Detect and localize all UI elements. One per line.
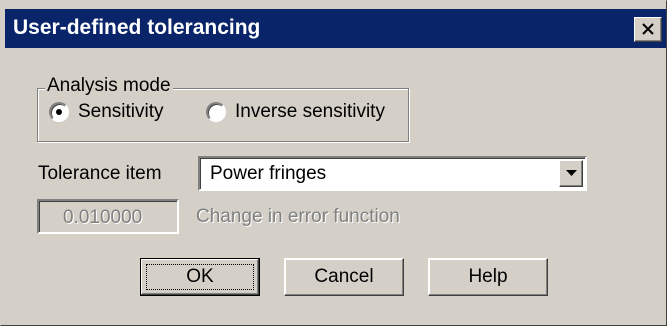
radio-button-icon [49, 102, 69, 122]
cancel-button[interactable]: Cancel [284, 258, 404, 296]
dropdown-button[interactable] [559, 160, 583, 187]
error-function-input[interactable]: 0.010000 [37, 199, 179, 234]
radio-sensitivity[interactable]: Sensitivity [49, 99, 164, 125]
tolerancing-dialog: User-defined tolerancing Analysis mode S… [0, 0, 667, 326]
cancel-button-label: Cancel [314, 266, 374, 287]
radio-inverse-sensitivity[interactable]: Inverse sensitivity [206, 99, 385, 125]
tolerance-item-value: Power fringes [210, 163, 327, 184]
close-icon [642, 23, 654, 35]
ok-button[interactable]: OK [140, 258, 260, 296]
chevron-down-icon [566, 170, 577, 176]
tolerance-item-select[interactable]: Power fringes [198, 156, 587, 191]
help-button-label: Help [468, 266, 508, 287]
error-function-value: 0.010000 [63, 207, 143, 228]
tolerance-item-label: Tolerance item [38, 163, 162, 184]
radio-sensitivity-label: Sensitivity [78, 101, 164, 122]
radio-button-icon [206, 102, 226, 122]
focus-rectangle [146, 264, 254, 290]
window-title: User-defined tolerancing [13, 16, 261, 39]
close-button[interactable] [634, 17, 662, 42]
title-bar[interactable]: User-defined tolerancing [5, 9, 666, 48]
error-function-label: Change in error function [196, 206, 400, 227]
radio-selected-dot [56, 109, 62, 115]
help-button[interactable]: Help [428, 258, 548, 296]
radio-inverse-sensitivity-label: Inverse sensitivity [235, 101, 385, 122]
analysis-mode-label: Analysis mode [45, 75, 173, 97]
